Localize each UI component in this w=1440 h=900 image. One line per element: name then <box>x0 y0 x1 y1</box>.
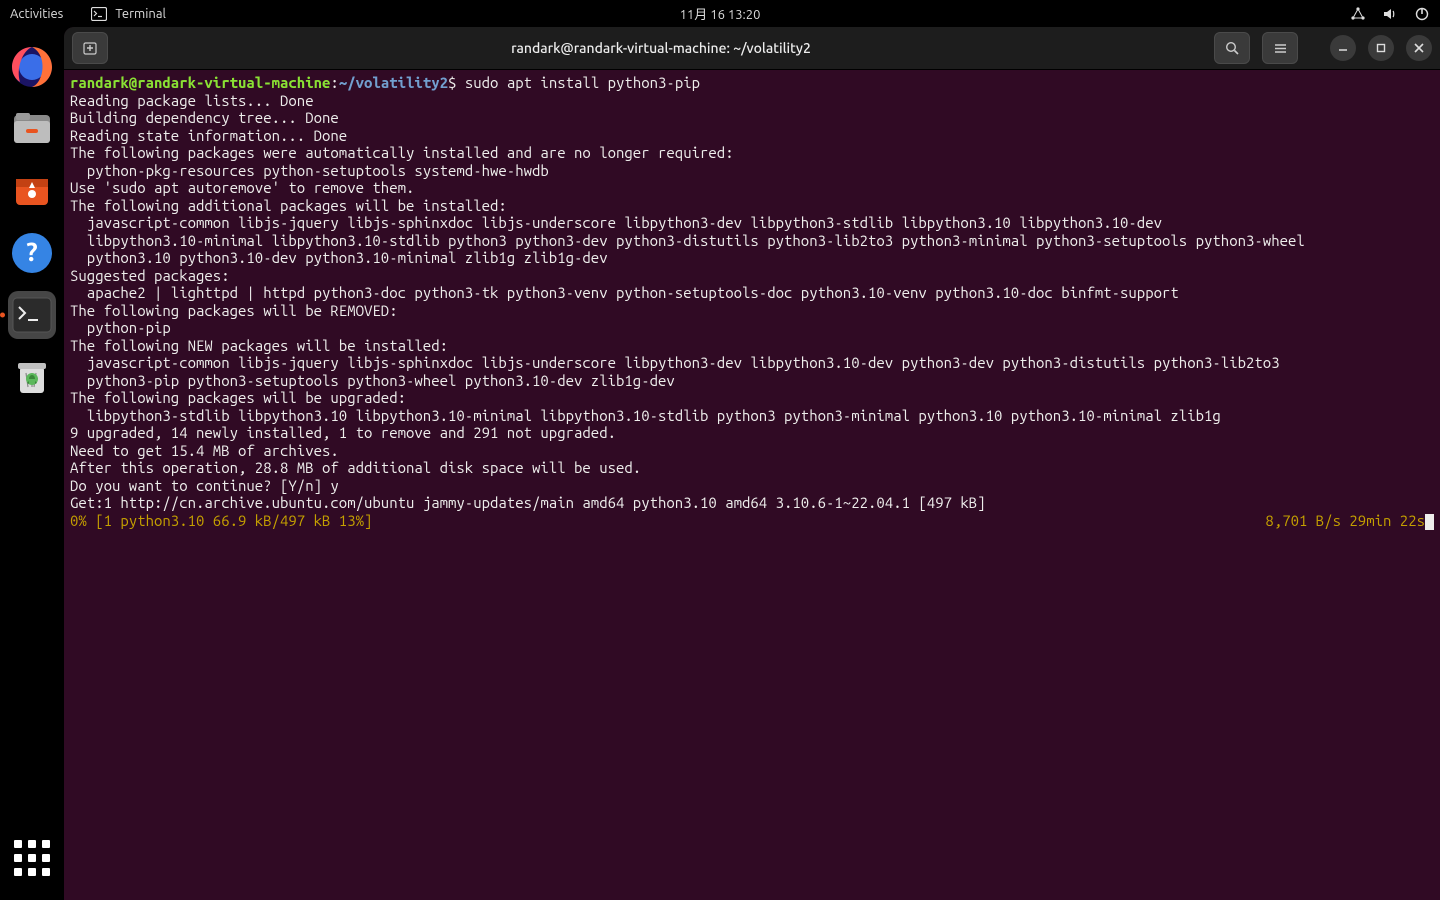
output-line: libpython3.10-minimal libpython3.10-stdl… <box>70 232 1305 249</box>
output-line: The following NEW packages will be insta… <box>70 337 448 354</box>
output-line: python-pip <box>70 319 171 336</box>
output-line: Reading state information... Done <box>70 127 347 144</box>
output-line: python-pkg-resources python-setuptools s… <box>70 162 549 179</box>
activities-button[interactable]: Activities <box>10 7 63 21</box>
output-line: Need to get 15.4 MB of archives. <box>70 442 339 459</box>
output-line: 9 upgraded, 14 newly installed, 1 to rem… <box>70 424 616 441</box>
output-line: Get:1 http://cn.archive.ubuntu.com/ubunt… <box>70 494 986 511</box>
window-titlebar: randark@randark-virtual-machine: ~/volat… <box>64 27 1440 70</box>
prompt-path: ~/volatility2 <box>339 74 448 91</box>
app-menu[interactable]: Terminal <box>91 7 166 21</box>
terminal-viewport[interactable]: randark@randark-virtual-machine:~/volati… <box>64 70 1440 900</box>
prompt-userhost: randark@randark-virtual-machine <box>70 74 330 91</box>
dock-firefox[interactable] <box>8 43 56 91</box>
output-line: The following packages will be REMOVED: <box>70 302 398 319</box>
output-line: The following packages were automaticall… <box>70 144 734 161</box>
download-progress-line: 0% [1 python3.10 66.9 kB/497 kB 13%] 8,70… <box>70 512 1434 530</box>
prompt-dollar: $ <box>448 74 465 91</box>
terminal-window: randark@randark-virtual-machine: ~/volat… <box>64 27 1440 900</box>
output-line: apache2 | lighttpd | httpd python3-doc p… <box>70 284 1179 301</box>
system-tray <box>1350 6 1430 22</box>
dock-trash[interactable] <box>8 353 56 401</box>
search-button[interactable] <box>1214 32 1250 64</box>
output-line: libpython3-stdlib libpython3.10 libpytho… <box>70 407 1221 424</box>
terminal-cursor <box>1425 514 1434 530</box>
dock-software[interactable] <box>8 167 56 215</box>
output-line: The following additional packages will b… <box>70 197 507 214</box>
output-line: Do you want to continue? [Y/n] y <box>70 477 339 494</box>
output-line: javascript-common libjs-jquery libjs-sph… <box>70 354 1280 371</box>
terminal-icon <box>91 7 107 21</box>
output-line: Suggested packages: <box>70 267 230 284</box>
dock-help[interactable]: ? <box>8 229 56 277</box>
window-title: randark@randark-virtual-machine: ~/volat… <box>108 40 1214 56</box>
output-line: javascript-common libjs-jquery libjs-sph… <box>70 214 1162 231</box>
apps-grid-icon <box>14 840 50 876</box>
hamburger-menu-button[interactable] <box>1262 32 1298 64</box>
close-button[interactable] <box>1406 35 1432 61</box>
output-line: Reading package lists... Done <box>70 92 314 109</box>
prompt-colon: : <box>330 74 338 91</box>
power-icon[interactable] <box>1414 6 1430 22</box>
output-line: python3-pip python3-setuptools python3-w… <box>70 372 675 389</box>
output-line: Use 'sudo apt autoremove' to remove them… <box>70 179 414 196</box>
volume-icon[interactable] <box>1382 6 1398 22</box>
output-line: After this operation, 28.8 MB of additio… <box>70 459 641 476</box>
dock-show-apps[interactable] <box>8 834 56 882</box>
svg-text:?: ? <box>26 237 37 266</box>
new-tab-button[interactable] <box>72 32 108 64</box>
progress-right: 8,701 B/s 29min 22s <box>1265 512 1425 529</box>
dock: ? <box>0 27 64 900</box>
output-line: python3.10 python3.10-dev python3.10-min… <box>70 249 608 266</box>
output-line: Building dependency tree... Done <box>70 109 339 126</box>
output-line: The following packages will be upgraded: <box>70 389 406 406</box>
app-menu-label: Terminal <box>115 7 166 21</box>
maximize-button[interactable] <box>1368 35 1394 61</box>
network-icon[interactable] <box>1350 6 1366 22</box>
command-text: sudo apt install python3-pip <box>465 74 700 91</box>
clock[interactable]: 11月 16 13:20 <box>680 4 761 23</box>
minimize-button[interactable] <box>1330 35 1356 61</box>
dock-terminal[interactable] <box>8 291 56 339</box>
dock-files[interactable] <box>8 105 56 153</box>
progress-left: 0% [1 python3.10 66.9 kB/497 kB 13%] <box>70 512 372 530</box>
gnome-top-panel: Activities Terminal 11月 16 13:20 <box>0 0 1440 27</box>
